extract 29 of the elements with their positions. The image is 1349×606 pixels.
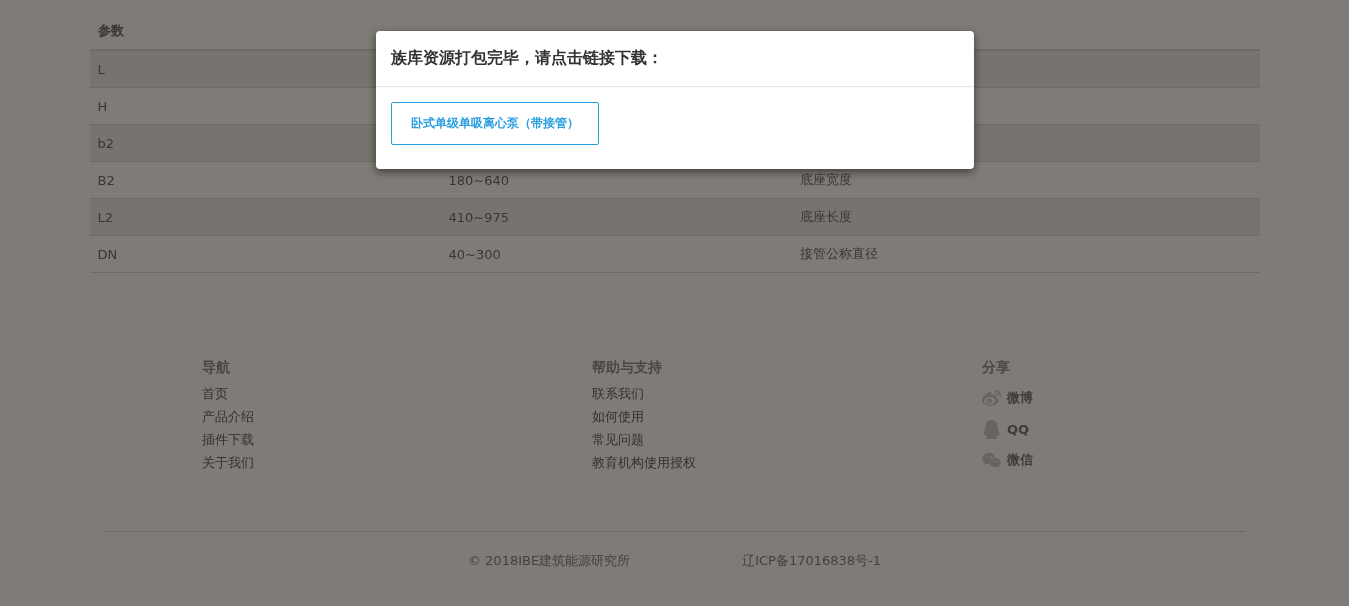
- share-link[interactable]: QQ: [982, 416, 1349, 442]
- footer-link[interactable]: 关于我们: [202, 454, 592, 472]
- share-link[interactable]: 微信: [982, 447, 1349, 473]
- table-cell-text: 底座宽度: [798, 171, 853, 189]
- table-cell-text: 180~640: [447, 172, 511, 188]
- footer-link[interactable]: 教育机构使用授权: [592, 454, 982, 472]
- footer-link[interactable]: 如何使用: [592, 408, 982, 426]
- footer-link[interactable]: 产品介绍: [202, 408, 592, 426]
- table-cell-text: 接管公称直径: [798, 245, 879, 263]
- modal-title: 族库资源打包完毕，请点击链接下载：: [391, 48, 663, 69]
- chat-bubbles-icon: [982, 450, 1001, 470]
- table-cell-text: DN: [96, 246, 119, 262]
- table-cell-text: 40~300: [447, 246, 502, 262]
- table-cell-text: H: [96, 98, 109, 114]
- download-link[interactable]: 卧式单级单吸离心泵（带接管）: [391, 102, 599, 145]
- column-header: 参数: [96, 21, 125, 40]
- table-cell-text: 底座长度: [798, 208, 853, 226]
- table-cell-text: b2: [96, 135, 116, 151]
- footer-link[interactable]: 首页: [202, 385, 592, 403]
- table-cell-text: L: [96, 61, 106, 77]
- footer-link[interactable]: 插件下载: [202, 431, 592, 449]
- weibo-icon: [982, 388, 1001, 408]
- penguin-icon: [982, 419, 1001, 439]
- table-cell-text: L2: [96, 209, 114, 225]
- share-link[interactable]: 微博: [982, 385, 1349, 411]
- footer-link[interactable]: 常见问题: [592, 431, 982, 449]
- footer-link[interactable]: 联系我们: [592, 385, 982, 403]
- table-cell-text: B2: [96, 172, 116, 188]
- table-cell-text: 410~975: [447, 209, 511, 225]
